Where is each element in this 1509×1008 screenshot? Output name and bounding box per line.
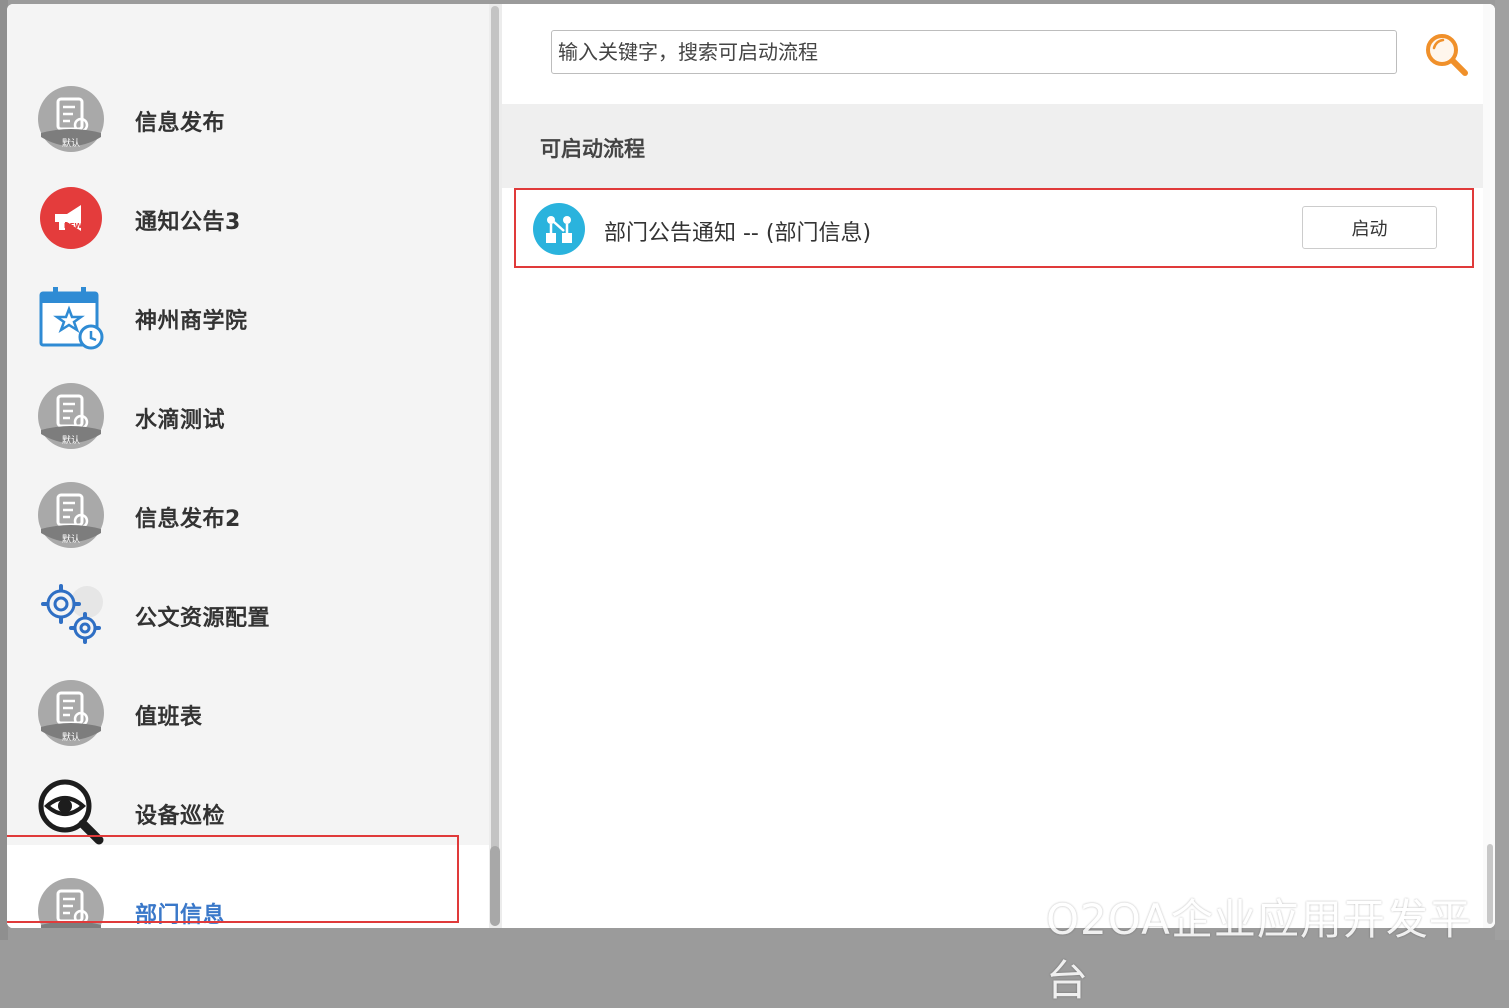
app-badge: 默认 — [62, 137, 80, 149]
app-list-inner: 默认 默认 信息发布 — [7, 4, 489, 928]
default-app-icon: 默认 — [38, 878, 104, 928]
app-list-scrollbar-track-thumb[interactable] — [491, 6, 499, 926]
app-item-duty-roster[interactable]: 默认 值班表 — [7, 647, 489, 746]
eye-magnifier-icon — [38, 779, 104, 845]
gears-icon — [41, 584, 103, 644]
search-icon[interactable] — [1424, 32, 1470, 78]
process-flow-icon — [533, 203, 585, 255]
app-item-equipment-inspection[interactable]: 设备巡检 — [7, 746, 489, 845]
default-app-icon: 默认 — [38, 482, 104, 548]
app-name: 通知公告3 — [135, 210, 241, 235]
megaphone-new-icon: NEW — [40, 187, 102, 249]
app-item-business-school[interactable]: 神州商学院 — [7, 251, 489, 350]
app-item-doc-resource-config[interactable]: 公文资源配置 — [7, 548, 489, 647]
watermark: O2OA企业应用开发平台 — [1046, 895, 1472, 1005]
section-title: 可启动流程 — [540, 137, 645, 161]
app-list-scrollbar-thumb[interactable] — [490, 846, 500, 926]
default-app-icon: 默认 — [38, 383, 104, 449]
default-app-icon: 默认 — [38, 680, 104, 746]
calendar-star-clock-icon — [39, 287, 104, 350]
app-badge: 默认 — [62, 731, 80, 743]
app-item-notice-3[interactable]: NEW 通知公告3 — [7, 152, 489, 251]
process-panel: 可启动流程 部门公告通知 -- (部门信息) 启动 — [502, 4, 1495, 928]
backdrop-right — [1495, 0, 1509, 940]
app-badge: NEW — [64, 222, 83, 230]
start-process-dialog: 默认 默认 信息发布 — [7, 4, 1495, 928]
app-badge: 默认 — [62, 533, 80, 545]
app-name: 值班表 — [135, 705, 203, 730]
app-item-info-publish[interactable]: 默认 信息发布 — [7, 53, 489, 152]
app-item-department-info[interactable]: 默认 部门信息 — [7, 845, 489, 928]
process-row[interactable]: 部门公告通知 -- (部门信息) 启动 — [514, 188, 1474, 268]
app-name: 神州商学院 — [135, 309, 248, 334]
start-button[interactable]: 启动 — [1302, 206, 1437, 249]
app-badge: 默认 — [62, 434, 80, 446]
app-name: 信息发布 — [135, 111, 226, 136]
app-item-partial[interactable]: 默认 — [7, 4, 489, 53]
app-name: 部门信息 — [135, 903, 226, 928]
app-item-water-test[interactable]: 默认 水滴测试 — [7, 350, 489, 449]
app-item-info-publish-2[interactable]: 默认 信息发布2 — [7, 449, 489, 548]
app-name: 信息发布2 — [135, 507, 241, 532]
app-name: 水滴测试 — [135, 408, 226, 433]
app-name: 公文资源配置 — [135, 606, 271, 631]
process-panel-scrollbar[interactable] — [1483, 4, 1495, 928]
app-name: 设备巡检 — [135, 804, 226, 829]
search-input[interactable] — [551, 30, 1397, 74]
default-app-icon: 默认 — [38, 86, 104, 152]
app-list: 默认 默认 信息发布 — [7, 4, 489, 928]
process-name: 部门公告通知 -- (部门信息) — [604, 221, 872, 246]
section-header: 可启动流程 — [502, 104, 1495, 188]
